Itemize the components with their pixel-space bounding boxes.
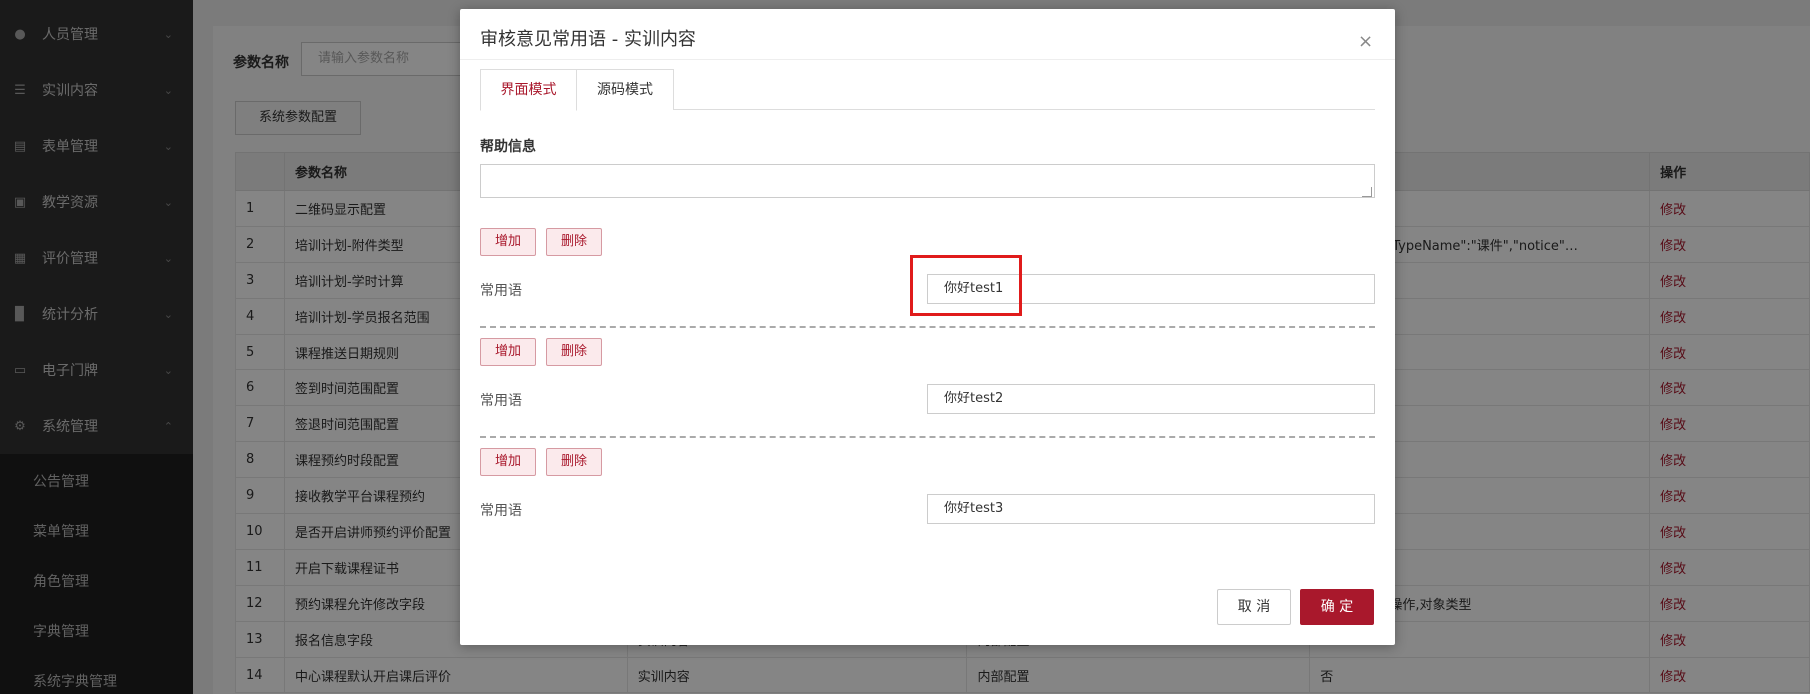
add-button[interactable]: 增加 [480,338,536,366]
mode-tabs: 界面模式 源码模式 [480,69,1375,111]
row-divider [480,436,1375,438]
tab-ui-mode[interactable]: 界面模式 [480,69,577,111]
dialog-title: 审核意见常用语 - 实训内容 [480,29,696,50]
confirm-button[interactable]: 确 定 [1300,589,1374,625]
delete-button[interactable]: 删除 [546,228,602,256]
cancel-button[interactable]: 取 消 [1217,589,1291,625]
phrase-label: 常用语 [480,503,522,519]
close-icon[interactable]: × [1358,33,1373,51]
add-button[interactable]: 增加 [480,448,536,476]
delete-button[interactable]: 删除 [546,448,602,476]
resize-handle-icon[interactable] [1362,187,1372,197]
common-phrases-dialog: 审核意见常用语 - 实训内容 × 界面模式 源码模式 帮助信息 增加 删除 常用… [460,9,1395,645]
dialog-divider [460,59,1395,60]
delete-button[interactable]: 删除 [546,338,602,366]
phrase-input-2[interactable]: 你好test2 [927,384,1375,414]
phrase-input-3[interactable]: 你好test3 [927,494,1375,524]
help-label: 帮助信息 [480,139,536,155]
phrase-label: 常用语 [480,393,522,409]
add-button[interactable]: 增加 [480,228,536,256]
help-textarea[interactable] [480,164,1375,198]
highlight-box [910,255,1022,316]
row-divider [480,326,1375,328]
tab-source-mode[interactable]: 源码模式 [576,69,674,110]
phrase-label: 常用语 [480,283,522,299]
